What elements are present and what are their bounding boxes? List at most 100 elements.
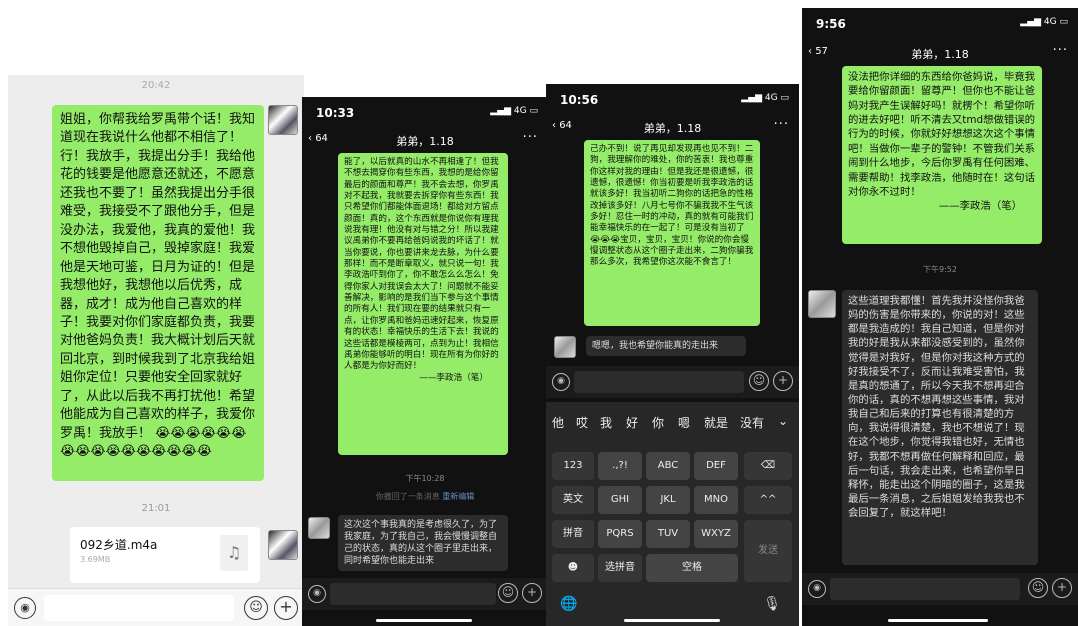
message-text: 没法把你详细的东西给你爸妈说，毕竟我要给你留颜面！留尊严！但你也不能让爸妈对我产… [848,71,1036,198]
reply-text: 嗯嗯，我也希望你能真的走出来 [592,341,719,351]
status-time: 9:56 [816,17,846,31]
key[interactable]: 123 [552,452,594,480]
plus-icon[interactable]: + [773,371,793,391]
status-bar: 10:33 ▂▄▆ 4G ▭ [302,97,548,123]
key[interactable]: 拼音 [552,520,594,548]
message-input[interactable] [330,583,496,605]
key[interactable]: TUV [646,520,690,548]
reedit-link[interactable]: 重新编辑 [442,492,474,501]
avatar[interactable] [308,517,330,539]
key[interactable]: DEF [694,452,738,480]
signature: ——李政浩（笔） [938,200,1022,213]
timestamp: 下午9:52 [923,265,957,274]
input-bar: ◉ ☺ + [802,573,1078,605]
message-bubble[interactable]: 能了，以后就真的山水不再相逢了！但我不想去揭穿你有些东西，我想的是给你留最后的颜… [338,153,508,455]
chat-title: 弟弟，1.18 [911,48,969,61]
key[interactable]: MNO [694,486,738,514]
input-bar: ◉ ☺ + [546,366,799,398]
candidate[interactable]: 我 [600,414,612,431]
emoji-icon[interactable]: ☺ [244,596,268,620]
chat-screen-1: 20:42 姐姐，你帮我给罗禹带个话！我知道现在我说什么他都不相信了！行！我放手… [8,75,304,626]
plus-icon[interactable]: + [522,583,542,603]
candidate[interactable]: 嗯 [678,414,690,431]
message-bubble[interactable]: 没法把你详细的东西给你爸妈说，毕竟我要给你留颜面！留尊严！但你也不能让爸妈对我产… [842,66,1042,244]
key[interactable]: 选拼音 [598,554,642,582]
timestamp: 下午10:28 [405,474,445,483]
candidate[interactable]: 你 [652,414,664,431]
timestamp: 21:01 [141,503,171,514]
voice-icon[interactable]: ◉ [808,580,826,598]
more-icon[interactable]: ··· [774,117,789,132]
backspace-key[interactable]: ⌫ [744,452,792,480]
status-time: 10:33 [316,106,355,120]
chat-header: ‹ 64 弟弟，1.18 ··· [546,116,799,140]
message-input[interactable] [830,578,1020,600]
space-key[interactable]: 空格 [646,554,738,582]
plus-icon[interactable]: + [1052,578,1072,598]
status-bar: 9:56 ▂▄▆ 4G ▭ [802,8,1078,34]
key[interactable]: .,?! [598,452,642,480]
key[interactable]: ABC [646,452,690,480]
signature: ——李政浩（笔） [419,372,488,383]
key[interactable]: WXYZ [694,520,738,548]
timestamp: 20:42 [141,80,171,91]
recall-notice: 你撤回了一条消息 重新编辑 [375,492,475,501]
key[interactable]: GHI [598,486,642,514]
signal-status: ▂▄▆ 4G ▭ [490,106,538,116]
chat-title: 弟弟，1.18 [396,135,454,148]
message-text: 能了，以后就真的山水不再相逢了！但我不想去揭穿你有些东西，我想的是给你留最后的颜… [344,157,499,372]
reply-bubble[interactable]: 嗯嗯，我也希望你能真的走出来 [586,336,746,356]
audio-file-card[interactable]: 092乡道.m4a 3.69MB ♫ [70,527,260,583]
emoji-key[interactable]: ☻ [552,554,594,582]
chat-header: ‹ 57 弟弟，1.18 ··· [802,42,1078,66]
chat-screen-4: 9:56 ▂▄▆ 4G ▭ ‹ 57 弟弟，1.18 ··· 没法把你详细的东西… [802,8,1078,626]
mic-icon[interactable]: 🎙 [763,596,781,612]
key[interactable]: JKL [646,486,690,514]
message-bubble[interactable]: 姐姐，你帮我给罗禹带个话！我知道现在我说什么他都不相信了！行！我放手，我提出分手… [52,105,264,481]
keyboard: 他 哎 我 好 你 嗯 就是 没有 ⌄ 123 .,?! ABC DEF ⌫ 英… [546,402,799,626]
chat-title: 弟弟，1.18 [643,122,702,135]
avatar[interactable] [268,530,298,560]
voice-icon[interactable]: ◉ [552,373,570,391]
voice-icon[interactable]: ◉ [14,597,36,619]
reply-bubble[interactable]: 这次这个事我真的是考虑很久了，为了我家庭，为了我自己，我会慢慢调整自己的状态，真… [338,515,508,571]
avatar[interactable] [808,290,836,318]
file-name: 092乡道.m4a [80,538,158,552]
voice-icon[interactable]: ◉ [308,585,326,603]
expand-icon[interactable]: ⌄ [778,414,788,428]
reply-text: 这次这个事我真的是考虑很久了，为了我家庭，为了我自己，我会慢慢调整自己的状态，真… [344,520,498,567]
avatar[interactable] [554,336,576,358]
more-icon[interactable]: ··· [1053,43,1068,58]
home-indicator [624,619,720,622]
chat-screen-3: 10:56 ▂▄▆ 4G ▭ ‹ 64 弟弟，1.18 ··· 己办不到！说了再… [546,84,799,626]
key[interactable]: PQRS [598,520,642,548]
key[interactable]: ^^ [744,486,792,514]
chat-header: ‹ 64 弟弟，1.18 ··· [302,129,548,153]
key[interactable]: 英文 [552,486,594,514]
candidate[interactable]: 哎 [576,414,588,431]
more-icon[interactable]: ··· [523,130,538,145]
message-bubble[interactable]: 己办不到！说了再见却发现再也见不到！二狗，我理解你的难处，你的苦衷！我也尊重你这… [584,140,760,326]
input-bar: ◉ ☺ + [302,578,548,610]
candidate[interactable]: 好 [626,414,638,431]
send-key[interactable]: 发送 [744,520,792,582]
candidate-bar: 他 哎 我 好 你 嗯 就是 没有 ⌄ [546,402,799,442]
globe-icon[interactable]: 🌐 [560,596,577,612]
plus-icon[interactable]: + [274,596,298,620]
avatar[interactable] [268,105,298,135]
input-bar: ◉ ☺ + [8,588,304,626]
reply-bubble[interactable]: 这些道理我都懂！首先我并没怪你我爸妈的伤害是你带来的，你说的对！这些都是我造成的… [842,290,1038,565]
candidate[interactable]: 就是 [704,414,728,431]
emoji-icon[interactable]: ☺ [498,583,518,603]
message-input[interactable] [574,371,744,393]
message-input[interactable] [44,595,234,621]
emoji-icon[interactable]: ☺ [1028,578,1048,598]
file-size: 3.69MB [80,555,111,564]
music-note-icon: ♫ [220,535,248,571]
emoji-icon[interactable]: ☺ [749,371,769,391]
status-time: 10:56 [560,93,599,107]
signal-status: ▂▄▆ 4G ▭ [741,93,789,103]
candidate[interactable]: 没有 [740,414,764,431]
candidate[interactable]: 他 [552,414,564,431]
home-indicator [888,619,988,622]
